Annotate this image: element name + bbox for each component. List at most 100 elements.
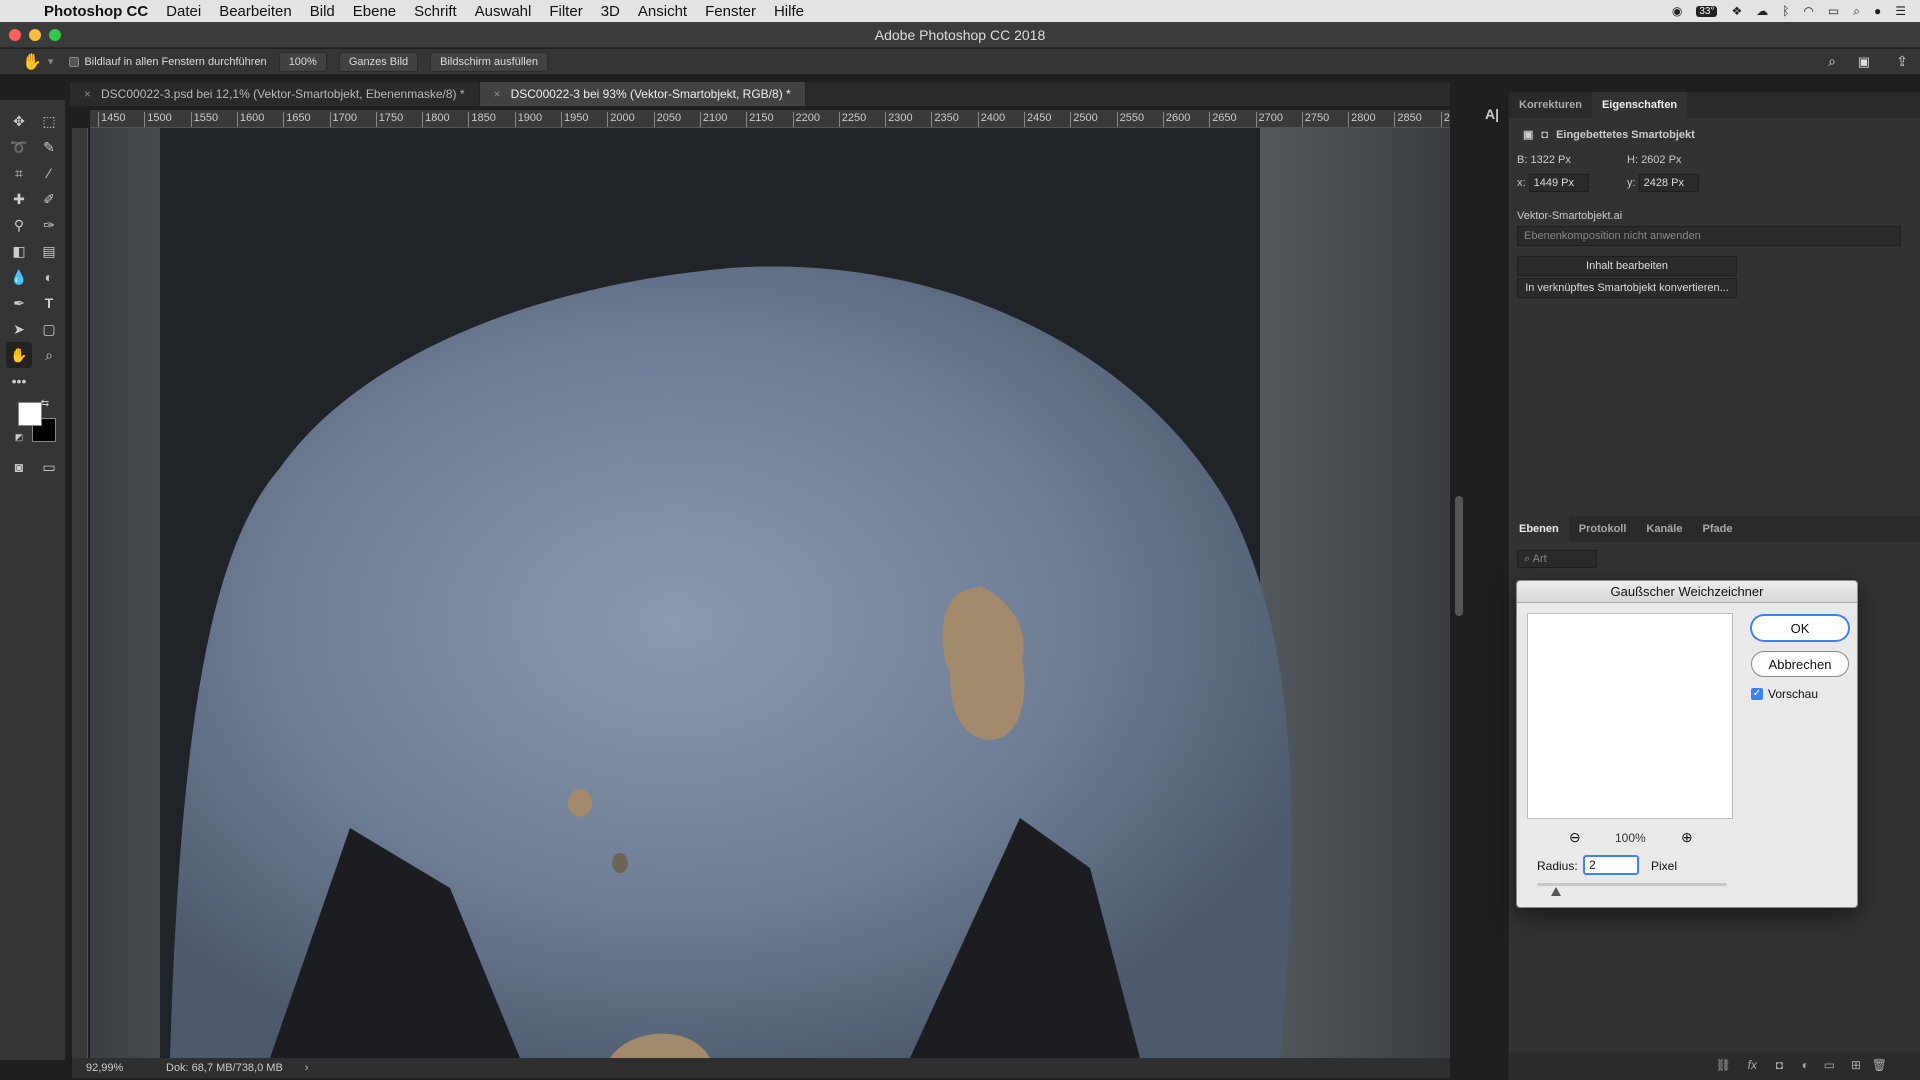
menu-3d[interactable]: 3D <box>601 3 620 20</box>
more-tools-icon[interactable]: ••• <box>6 368 32 394</box>
radius-slider-thumb[interactable] <box>1551 887 1561 896</box>
zoom-100-button[interactable]: 100% <box>278 51 327 72</box>
healing-tool-icon[interactable]: ✚ <box>6 186 32 212</box>
battery-icon[interactable]: ▭ <box>1828 4 1839 18</box>
menu-ansicht[interactable]: Ansicht <box>638 3 687 20</box>
x-field[interactable]: 1449 Px <box>1528 174 1589 192</box>
tool-preset-chevron-icon[interactable]: ▾ <box>48 55 54 68</box>
y-field[interactable]: 2428 Px <box>1638 174 1699 192</box>
crop-tool-icon[interactable]: ⌗ <box>6 160 32 186</box>
tab-korrekturen[interactable]: Korrekturen <box>1509 92 1592 118</box>
delete-layer-icon[interactable]: 🗑 <box>1872 1058 1887 1072</box>
menu-filter[interactable]: Filter <box>549 3 582 20</box>
ruler-tick-label: 2100 <box>699 112 727 127</box>
character-panel-icon[interactable]: A| <box>1485 106 1505 126</box>
gradient-tool-icon[interactable]: ▤ <box>36 238 62 264</box>
image-canvas[interactable] <box>90 128 1450 1058</box>
bluetooth-icon[interactable]: ᛒ <box>1782 4 1789 18</box>
window-title: Adobe Photoshop CC 2018 <box>874 27 1046 43</box>
lasso-tool-icon[interactable]: ➰ <box>6 134 32 160</box>
convert-linked-button[interactable]: In verknüpftes Smartobjekt konvertieren.… <box>1517 278 1737 298</box>
hand-tool-icon[interactable]: ✋ <box>22 52 42 72</box>
share-icon[interactable]: ⇪ <box>1896 53 1908 70</box>
fx-icon[interactable]: fx <box>1748 1058 1757 1072</box>
marquee-tool-icon[interactable]: ⬚ <box>36 108 62 134</box>
shape-tool-icon[interactable]: ▢ <box>36 316 62 342</box>
tab-kanaele[interactable]: Kanäle <box>1636 516 1692 542</box>
layer-comp-select[interactable]: Ebenenkomposition nicht anwenden <box>1517 226 1901 246</box>
zoom-out-icon[interactable]: ⊖ <box>1569 829 1581 846</box>
ok-button[interactable]: OK <box>1751 615 1849 641</box>
zoom-tool-icon[interactable]: ⌕ <box>36 342 62 368</box>
menu-bild[interactable]: Bild <box>310 3 335 20</box>
tab-pfade[interactable]: Pfade <box>1692 516 1742 542</box>
scroll-all-checkbox[interactable]: Bildlauf in allen Fenstern durchführen <box>69 56 267 68</box>
workspace-icon[interactable]: ▣ <box>1858 54 1870 70</box>
menu-fenster[interactable]: Fenster <box>705 3 756 20</box>
menu-hilfe[interactable]: Hilfe <box>774 3 804 20</box>
siri-icon[interactable]: ● <box>1874 4 1881 18</box>
link-layers-icon[interactable]: ⛓ <box>1716 1058 1731 1072</box>
dodge-tool-icon[interactable]: ◐ <box>36 264 62 290</box>
menu-ebene[interactable]: Ebene <box>353 3 396 20</box>
temperature-badge[interactable]: 33° <box>1696 5 1718 17</box>
preview-toggle[interactable]: ✓ Vorschau <box>1751 687 1818 701</box>
wifi-icon[interactable]: ◠ <box>1803 4 1813 18</box>
eyedropper-tool-icon[interactable]: ⁄ <box>36 160 62 186</box>
type-tool-icon[interactable]: T <box>36 290 62 316</box>
app-menu[interactable]: Photoshop CC <box>44 3 148 20</box>
tab-protokoll[interactable]: Protokoll <box>1569 516 1637 542</box>
ruler-tick-label: 2600 <box>1162 112 1190 127</box>
tab-eigenschaften[interactable]: Eigenschaften <box>1591 92 1688 118</box>
menu-bearbeiten[interactable]: Bearbeiten <box>219 3 292 20</box>
notification-icon[interactable]: ☰ <box>1895 4 1906 18</box>
screen-mode-icon[interactable]: ▭ <box>36 454 62 480</box>
add-mask-icon[interactable]: ◘ <box>1776 1058 1783 1072</box>
checkbox-checked-icon[interactable]: ✓ <box>1751 688 1763 700</box>
history-brush-tool-icon[interactable]: ✑ <box>36 212 62 238</box>
cloud-icon[interactable]: ☁ <box>1756 4 1768 18</box>
record-icon[interactable]: ◉ <box>1672 4 1682 18</box>
pen-tool-icon[interactable]: ✒ <box>6 290 32 316</box>
search-icon[interactable]: ⌕ <box>1828 53 1836 70</box>
stamp-tool-icon[interactable]: ⚲ <box>6 212 32 238</box>
ruler-tick-label: 2050 <box>653 112 681 127</box>
move-tool-icon[interactable]: ✥ <box>6 108 32 134</box>
close-tab-icon[interactable]: × <box>84 87 91 101</box>
adjustment-layer-icon[interactable]: ◐ <box>1802 1058 1809 1072</box>
quick-mask-icon[interactable]: ◙ <box>6 454 32 480</box>
radius-slider-track[interactable] <box>1537 883 1727 886</box>
tools-panel: ✥ ⬚ ➰ ✎ ⌗ ⁄ ✚ ✐ ⚲ ✑ ◧ ▤ 💧 ◐ ✒ T ➤ ▢ ✋ ⌕ … <box>0 100 66 1060</box>
blur-preview[interactable] <box>1527 613 1733 819</box>
layer-filter-select[interactable]: ⌕ Art <box>1517 550 1597 568</box>
tab-document-psd[interactable]: × DSC00022-3.psd bei 12,1% (Vektor-Smarto… <box>70 82 480 106</box>
path-select-tool-icon[interactable]: ➤ <box>6 316 32 342</box>
close-tab-icon[interactable]: × <box>494 87 501 101</box>
cancel-button[interactable]: Abbrechen <box>1751 651 1849 677</box>
search-icon[interactable]: ⌕ <box>1853 4 1860 19</box>
hand-tool-icon[interactable]: ✋ <box>6 342 32 368</box>
default-colors-icon[interactable]: ◩ <box>12 430 26 444</box>
menu-schrift[interactable]: Schrift <box>414 3 457 20</box>
tab-document-active[interactable]: × DSC00022-3 bei 93% (Vektor-Smartobjekt,… <box>479 82 806 106</box>
new-layer-icon[interactable]: ⊞ <box>1851 1058 1861 1072</box>
menu-datei[interactable]: Datei <box>166 3 201 20</box>
edit-contents-button[interactable]: Inhalt bearbeiten <box>1517 256 1737 276</box>
brush-tool-icon[interactable]: ✐ <box>36 186 62 212</box>
blur-tool-icon[interactable]: 💧 <box>6 264 32 290</box>
status-menu-arrow[interactable]: › <box>305 1062 309 1074</box>
zoom-readout[interactable]: 92,99% <box>86 1062 164 1074</box>
ruler-tick-label: 1500 <box>144 112 172 127</box>
new-group-icon[interactable]: ▭ <box>1824 1058 1835 1072</box>
quick-select-tool-icon[interactable]: ✎ <box>36 134 62 160</box>
fill-screen-button[interactable]: Bildschirm ausfüllen <box>430 51 548 72</box>
menu-auswahl[interactable]: Auswahl <box>475 3 532 20</box>
tab-ebenen[interactable]: Ebenen <box>1509 516 1569 542</box>
eraser-tool-icon[interactable]: ◧ <box>6 238 32 264</box>
zoom-in-icon[interactable]: ⊕ <box>1681 829 1693 846</box>
radius-input[interactable]: 2 <box>1583 855 1639 875</box>
fit-screen-button[interactable]: Ganzes Bild <box>338 51 419 72</box>
vertical-scrollbar[interactable] <box>1455 496 1463 616</box>
foreground-color-swatch[interactable] <box>18 402 42 426</box>
dropbox-icon[interactable]: ❖ <box>1731 4 1742 18</box>
